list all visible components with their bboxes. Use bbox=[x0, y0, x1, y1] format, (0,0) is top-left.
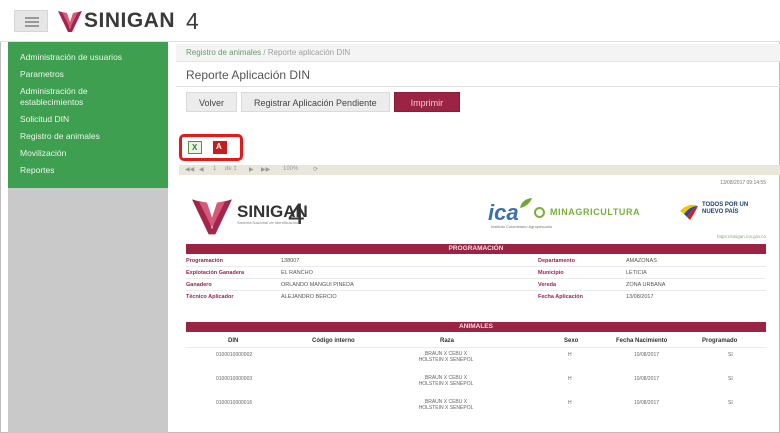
technician-value: ALEJANDRO BERCIO bbox=[281, 294, 337, 300]
report-viewer-toolbar: ◀◀ ◀ 1 de 1 ▶ ▶▶ 100% ⟳ bbox=[179, 165, 780, 175]
col-codigo-interno: Código interno bbox=[312, 338, 355, 344]
animal-din: 0100010000002 bbox=[216, 352, 253, 358]
minagricultura-seal-icon bbox=[534, 206, 545, 218]
row-divider bbox=[186, 278, 766, 279]
department-label: Departamento bbox=[538, 258, 575, 264]
viewer-last-page-icon[interactable]: ▶▶ bbox=[261, 166, 270, 173]
technician-label: Técnico Aplicador bbox=[186, 294, 234, 300]
sidebar-item-user-admin[interactable]: Administración de usuarios bbox=[8, 52, 168, 63]
sidebar-item-reports[interactable]: Reportes bbox=[8, 165, 168, 176]
todos-line-1: TODOS POR UN bbox=[702, 202, 749, 208]
owner-label: Ganadero bbox=[186, 282, 212, 288]
animal-raza: BRAUN X CEBU X HOLSTEIN X SENEPOL bbox=[418, 375, 474, 387]
application-date-value: 13/08/2017 bbox=[626, 294, 654, 300]
colombia-flag-icon bbox=[680, 204, 698, 220]
minagricultura-logo: MINAGRICULTURA bbox=[534, 204, 666, 220]
viewer-zoom[interactable]: 100% bbox=[283, 166, 298, 172]
ica-subtitle: Instituto Colombiano Agropecuario bbox=[491, 224, 553, 229]
viewer-refresh-icon[interactable]: ⟳ bbox=[313, 166, 318, 173]
municipality-value: LETICIA bbox=[626, 270, 647, 276]
application-date-label: Fecha Aplicación bbox=[538, 294, 584, 300]
breadcrumb-current: Reporte aplicación DIN bbox=[267, 48, 351, 57]
animal-din: 0100010000016 bbox=[216, 400, 253, 406]
back-button[interactable]: Volver bbox=[186, 92, 238, 112]
viewer-page-number[interactable]: 1 bbox=[213, 166, 216, 172]
brand-version: 4 bbox=[186, 8, 199, 34]
pdf-export-icon[interactable]: A bbox=[213, 141, 227, 154]
sidebar-item-din-request[interactable]: Solicitud DIN bbox=[8, 114, 168, 125]
viewer-first-page-icon[interactable]: ◀◀ bbox=[185, 166, 194, 173]
action-buttons: Volver Registrar Aplicación Pendiente Im… bbox=[186, 92, 464, 112]
animal-din: 0100010000003 bbox=[216, 376, 253, 382]
col-din: DIN bbox=[228, 338, 239, 344]
excel-export-icon[interactable]: X bbox=[188, 141, 202, 154]
sidebar-menu: Administración de usuarios Parametros Ad… bbox=[8, 42, 168, 188]
animal-programado: SI bbox=[728, 376, 733, 382]
programming-section-header: PROGRAMACIÓN bbox=[186, 244, 766, 254]
farm-label: Explotación Ganadera bbox=[186, 270, 245, 276]
department-value: AMAZONAS bbox=[626, 258, 657, 264]
report-website: https://sinigan.ica.gov.co bbox=[717, 234, 766, 239]
export-toolbar: X A bbox=[179, 134, 243, 161]
minagricultura-text: MINAGRICULTURA bbox=[550, 207, 641, 217]
animal-sexo: H bbox=[568, 352, 572, 358]
sidebar: Administración de usuarios Parametros Ad… bbox=[8, 42, 168, 433]
animal-programado: SI bbox=[728, 400, 733, 406]
brand-name: SINIGAN bbox=[84, 9, 176, 32]
app-header: SINIGAN 4 bbox=[0, 0, 780, 42]
sidebar-item-mobilization[interactable]: Movilización bbox=[8, 148, 168, 159]
farm-value: EL RANCHO bbox=[281, 270, 313, 276]
municipality-label: Municipio bbox=[538, 270, 564, 276]
animal-fecha: 10/08/2017 bbox=[634, 376, 660, 382]
todos-line-2: NUEVO PAÍS bbox=[702, 209, 739, 215]
col-sexo: Sexo bbox=[564, 338, 579, 344]
vereda-label: Vereda bbox=[538, 282, 557, 288]
pdf-export-label: A bbox=[216, 142, 222, 151]
title-divider bbox=[176, 86, 780, 87]
row-divider bbox=[186, 290, 766, 291]
animal-sexo: H bbox=[568, 400, 572, 406]
ica-leaf-icon bbox=[520, 198, 532, 208]
viewer-next-page-icon[interactable]: ▶ bbox=[249, 166, 254, 173]
breadcrumb-link-animal-registry[interactable]: Registro de animales bbox=[186, 48, 261, 57]
col-raza: Raza bbox=[440, 338, 455, 344]
animal-raza: BRAUN X CEBU X HOLSTEIN X SENEPOL bbox=[418, 399, 474, 411]
programming-label: Programación bbox=[186, 258, 223, 264]
col-fecha-nacimiento: Fecha Nacimiento bbox=[616, 338, 668, 344]
register-pending-button[interactable]: Registrar Aplicación Pendiente bbox=[241, 92, 390, 112]
todos-por-un-nuevo-pais: TODOS POR UN NUEVO PAÍS bbox=[702, 202, 748, 216]
report-generated-date: 13/08/2017 09:14:55 bbox=[720, 180, 766, 186]
animals-section-header: ANIMALES bbox=[186, 322, 766, 332]
menu-toggle-button[interactable] bbox=[14, 10, 48, 32]
animal-sexo: H bbox=[568, 376, 572, 382]
row-divider bbox=[186, 266, 766, 267]
sinigan-logo-icon bbox=[58, 11, 82, 32]
ica-logo: ica bbox=[488, 200, 519, 225]
report-brand-number: 4 bbox=[288, 198, 305, 231]
owner-value: ORLANDO MANGUI PINEDA bbox=[281, 282, 354, 288]
sinigan-report-logo-icon bbox=[192, 199, 232, 235]
col-programado: Programado bbox=[702, 338, 738, 344]
sidebar-item-animal-registry[interactable]: Registro de animales bbox=[8, 131, 168, 142]
animal-programado: SI bbox=[728, 352, 733, 358]
breadcrumb: Registro de animales / Reporte aplicació… bbox=[176, 44, 780, 62]
sidebar-item-establishments[interactable]: Administración de establecimientos bbox=[8, 86, 118, 108]
animal-fecha: 10/08/2017 bbox=[634, 352, 660, 358]
viewer-prev-page-icon[interactable]: ◀ bbox=[199, 166, 204, 173]
animal-raza: BRAUN X CEBU X HOLSTEIN X SENEPOL bbox=[418, 351, 474, 363]
sidebar-item-parameters[interactable]: Parametros bbox=[8, 69, 168, 80]
viewer-page-total: de 1 bbox=[225, 166, 237, 172]
programming-value: 138007 bbox=[281, 258, 300, 264]
header-divider bbox=[186, 347, 766, 348]
breadcrumb-separator: / bbox=[261, 48, 268, 57]
vereda-value: ZONA URBANA bbox=[626, 282, 666, 288]
excel-export-label: X bbox=[192, 143, 198, 152]
print-button[interactable]: Imprimir bbox=[393, 92, 461, 112]
animal-fecha: 10/08/2017 bbox=[634, 400, 660, 406]
page-title: Reporte Aplicación DIN bbox=[186, 68, 311, 82]
